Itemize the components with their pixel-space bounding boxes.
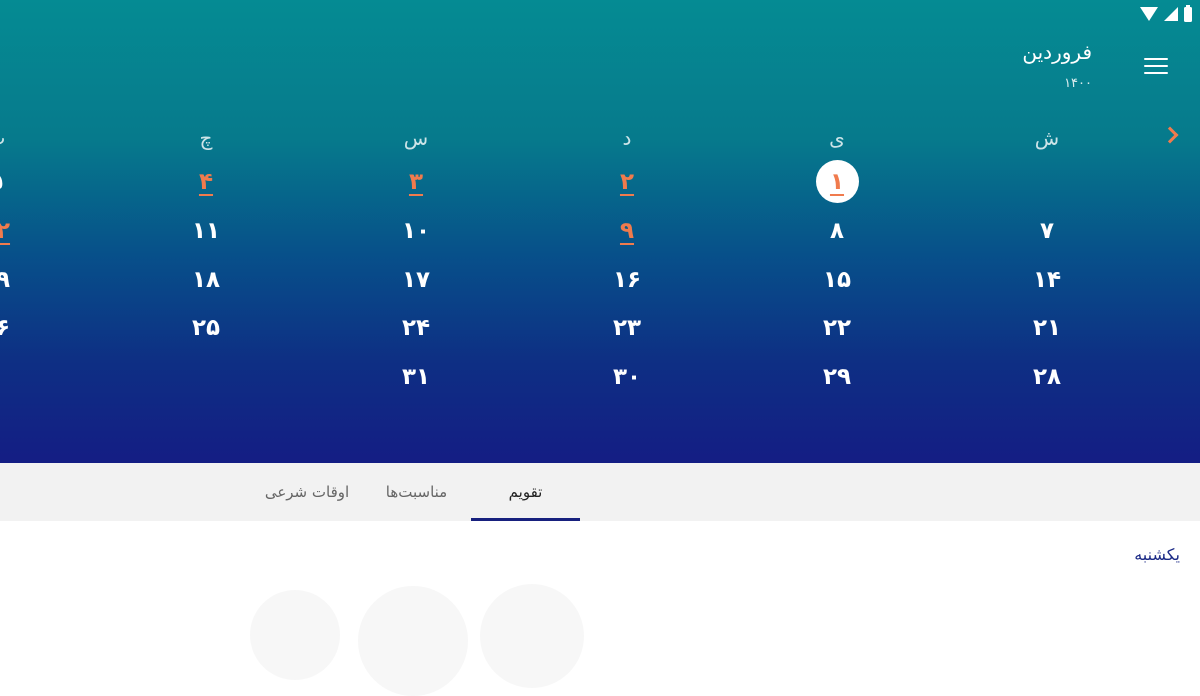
hamburger-menu-icon[interactable] <box>1144 58 1168 78</box>
day-cell[interactable]: ۱۶ <box>582 266 672 294</box>
day-cell[interactable]: ۱۱ <box>161 217 251 245</box>
day-cell[interactable]: ۴ <box>161 168 251 196</box>
day-cell[interactable]: ۲۵ <box>161 314 251 342</box>
day-cell[interactable]: ۷ <box>1002 217 1092 245</box>
day-cell[interactable]: ۲۴ <box>371 314 461 342</box>
calendar-header-panel: فروردین ۱۴۰۰ ش ی د س چ پ ۱ ۲ ۳ ۴ ۵ ۷ ۸ ۹… <box>0 0 1200 463</box>
day-cell[interactable]: ۱۲ <box>0 217 41 245</box>
weekday-header: ی <box>829 126 845 150</box>
day-cell[interactable]: ۳۱ <box>371 363 461 391</box>
day-cell[interactable]: ۱۰ <box>371 217 461 245</box>
tab-bar: تقویم مناسبت‌ها اوقات شرعی <box>0 463 1200 521</box>
weekday-header: د <box>622 126 632 150</box>
day-cell[interactable]: ۲ <box>582 168 672 196</box>
day-cell[interactable]: ۹ <box>582 217 672 245</box>
day-cell[interactable]: ۲۸ <box>1002 363 1092 391</box>
selected-weekday-label: یکشنبه <box>1134 545 1180 564</box>
status-bar <box>1140 4 1192 23</box>
tab-indicator <box>471 518 580 521</box>
day-cell[interactable]: ۳ <box>371 168 461 196</box>
weekday-header: ش <box>1034 126 1060 150</box>
day-cell[interactable]: ۱ <box>792 168 882 196</box>
day-cell[interactable]: ۵ <box>0 168 41 196</box>
day-cell[interactable]: ۲۲ <box>792 314 882 342</box>
day-cell[interactable]: ۱۷ <box>371 266 461 294</box>
wifi-icon <box>1140 7 1158 21</box>
day-cell[interactable]: ۸ <box>792 217 882 245</box>
day-cell[interactable]: ۱۴ <box>1002 266 1092 294</box>
tab-events[interactable]: مناسبت‌ها <box>362 463 471 521</box>
day-cell[interactable]: ۱۹ <box>0 266 41 294</box>
day-cell[interactable]: ۲۶ <box>0 314 41 342</box>
weekday-header: چ <box>199 126 213 150</box>
tab-prayer-times[interactable]: اوقات شرعی <box>244 463 370 521</box>
day-cell[interactable]: ۲۳ <box>582 314 672 342</box>
weekday-header: س <box>403 126 429 150</box>
tab-calendar[interactable]: تقویم <box>471 463 580 521</box>
month-title[interactable]: فروردین <box>1022 40 1092 64</box>
signal-icon <box>1164 7 1178 21</box>
day-cell[interactable]: ۳۰ <box>582 363 672 391</box>
battery-icon <box>1184 4 1192 22</box>
day-cell[interactable]: ۲۱ <box>1002 314 1092 342</box>
action-button-placeholder[interactable] <box>358 586 468 696</box>
weekday-header: پ <box>0 126 41 150</box>
chevron-right-icon[interactable] <box>1161 126 1179 144</box>
day-cell[interactable]: ۲۹ <box>792 363 882 391</box>
day-cell[interactable]: ۱۸ <box>161 266 251 294</box>
day-cell[interactable]: ۱۵ <box>792 266 882 294</box>
action-button-placeholder[interactable] <box>250 590 340 680</box>
year-label: ۱۴۰۰ <box>1064 76 1092 91</box>
action-button-placeholder[interactable] <box>480 584 584 688</box>
